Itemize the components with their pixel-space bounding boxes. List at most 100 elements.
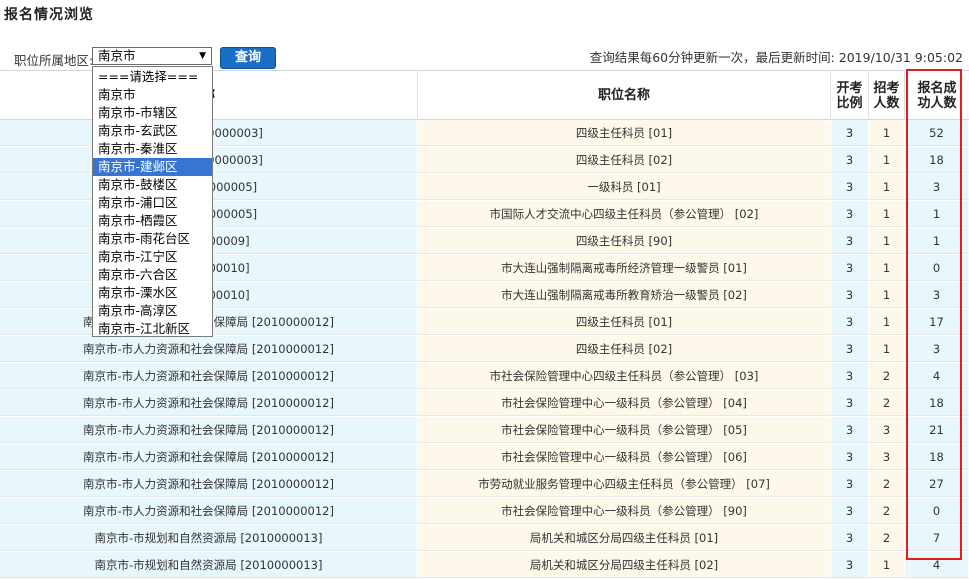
caret-down-icon: ▼: [199, 51, 206, 61]
count-cell: 0: [905, 498, 969, 524]
region-filter-label: 职位所属地区:: [14, 53, 94, 68]
table-row: 南京市-市规划和自然资源局 [2010000013] 局机关和城区分局四级主任科员…: [0, 552, 969, 579]
position-cell: 四级主任科员 [01]: [418, 309, 831, 335]
org-cell: 南京市-市人力资源和社会保障局 [2010000012]: [0, 444, 418, 470]
org-cell: 南京市-市人力资源和社会保障局 [2010000012]: [0, 336, 418, 362]
ratio-cell: 3: [831, 363, 869, 389]
dropdown-option[interactable]: 南京市-浦口区: [93, 194, 212, 212]
table-row: 南京市-市人力资源和社会保障局 [2010000012] 四级主任科员 [02] 3…: [0, 336, 969, 363]
ratio-cell: 3: [831, 282, 869, 308]
org-cell: 南京市-市规划和自然资源局 [2010000013]: [0, 525, 418, 551]
region-select-value: 南京市: [98, 48, 136, 63]
position-cell: 四级主任科员 [01]: [418, 120, 831, 146]
table-row: 南京市-市人力资源和社会保障局 [2010000012] 市社会保险管理中心一级科…: [0, 390, 969, 417]
org-cell: 南京市-市人力资源和社会保障局 [2010000012]: [0, 471, 418, 497]
position-cell: 市社会保险管理中心一级科员（参公管理） [04]: [418, 390, 831, 416]
dropdown-option[interactable]: 南京市-江北新区: [93, 320, 212, 338]
count-cell: 52: [905, 120, 969, 146]
table-row: 南京市-市人力资源和社会保障局 [2010000012] 市社会保险管理中心一级科…: [0, 444, 969, 471]
dropdown-option[interactable]: 南京市-高淳区: [93, 302, 212, 320]
dropdown-option[interactable]: 南京市-建邺区: [93, 158, 212, 176]
position-cell: 局机关和城区分局四级主任科员 [01]: [418, 525, 831, 551]
org-cell: 南京市-市规划和自然资源局 [2010000013]: [0, 552, 418, 578]
ratio-cell: 3: [831, 120, 869, 146]
column-header-ratio: 开考 比例: [831, 71, 869, 120]
ratio-cell: 3: [831, 498, 869, 524]
ratio-cell: 3: [831, 471, 869, 497]
region-select[interactable]: 南京市 ▼: [92, 47, 212, 65]
quota-cell: 2: [869, 498, 905, 524]
table-row: 南京市-市人力资源和社会保障局 [2010000012] 市社会保险管理中心一级科…: [0, 498, 969, 525]
update-note: 查询结果每60分钟更新一次，最后更新时间: 2019/10/31 9:05:02: [589, 50, 963, 65]
column-header-count: 报名成 功人数: [917, 80, 957, 111]
dropdown-option[interactable]: 南京市: [93, 86, 212, 104]
dropdown-option[interactable]: 南京市-溧水区: [93, 284, 212, 302]
quota-cell: 1: [869, 174, 905, 200]
count-cell: 0: [905, 255, 969, 281]
position-cell: 一级科员 [01]: [418, 174, 831, 200]
quota-cell: 1: [869, 336, 905, 362]
table-row: 南京市-市人力资源和社会保障局 [2010000012] 市社会保险管理中心四级主…: [0, 363, 969, 390]
count-cell: 3: [905, 282, 969, 308]
count-cell: 18: [905, 147, 969, 173]
org-cell: 南京市-市人力资源和社会保障局 [2010000012]: [0, 390, 418, 416]
quota-cell: 2: [869, 525, 905, 551]
quota-cell: 1: [869, 282, 905, 308]
count-cell: 3: [905, 336, 969, 362]
position-cell: 四级主任科员 [02]: [418, 147, 831, 173]
count-cell: 27: [905, 471, 969, 497]
quota-cell: 2: [869, 471, 905, 497]
dropdown-option[interactable]: 南京市-雨花台区: [93, 230, 212, 248]
count-cell: 3: [905, 174, 969, 200]
position-cell: 四级主任科员 [90]: [418, 228, 831, 254]
quota-cell: 3: [869, 417, 905, 443]
query-button[interactable]: 查询: [220, 47, 276, 69]
ratio-cell: 3: [831, 255, 869, 281]
ratio-cell: 3: [831, 309, 869, 335]
table-row: 南京市-市规划和自然资源局 [2010000013] 局机关和城区分局四级主任科员…: [0, 525, 969, 552]
ratio-cell: 3: [831, 147, 869, 173]
column-header-quota: 招考 人数: [869, 71, 905, 120]
count-cell: 21: [905, 417, 969, 443]
quota-cell: 1: [869, 201, 905, 227]
quota-cell: 2: [869, 363, 905, 389]
position-cell: 市劳动就业服务管理中心四级主任科员（参公管理） [07]: [418, 471, 831, 497]
quota-cell: 1: [869, 552, 905, 578]
count-cell: 1: [905, 201, 969, 227]
dropdown-option[interactable]: ===请选择===: [93, 68, 212, 86]
ratio-cell: 3: [831, 228, 869, 254]
dropdown-option[interactable]: 南京市-鼓楼区: [93, 176, 212, 194]
position-cell: 市国际人才交流中心四级主任科员（参公管理） [02]: [418, 201, 831, 227]
column-header-position: 职位名称: [418, 71, 831, 120]
table-row: 南京市-市人力资源和社会保障局 [2010000012] 市社会保险管理中心一级科…: [0, 417, 969, 444]
position-cell: 市社会保险管理中心一级科员（参公管理） [90]: [418, 498, 831, 524]
quota-cell: 2: [869, 390, 905, 416]
count-cell: 1: [905, 228, 969, 254]
position-cell: 市社会保险管理中心一级科员（参公管理） [05]: [418, 417, 831, 443]
quota-cell: 3: [869, 444, 905, 470]
ratio-cell: 3: [831, 417, 869, 443]
dropdown-option[interactable]: 南京市-栖霞区: [93, 212, 212, 230]
dropdown-option[interactable]: 南京市-玄武区: [93, 122, 212, 140]
count-cell: 17: [905, 309, 969, 335]
ratio-cell: 3: [831, 444, 869, 470]
count-cell: 4: [905, 363, 969, 389]
quota-cell: 1: [869, 147, 905, 173]
ratio-cell: 3: [831, 174, 869, 200]
ratio-cell: 3: [831, 390, 869, 416]
position-cell: 市大连山强制隔离戒毒所经济管理一级警员 [01]: [418, 255, 831, 281]
quota-cell: 1: [869, 120, 905, 146]
dropdown-option[interactable]: 南京市-秦淮区: [93, 140, 212, 158]
ratio-cell: 3: [831, 336, 869, 362]
dropdown-option[interactable]: 南京市-六合区: [93, 266, 212, 284]
dropdown-option[interactable]: 南京市-江宁区: [93, 248, 212, 266]
region-dropdown-list[interactable]: ===请选择=== 南京市 南京市-市辖区 南京市-玄武区 南京市-秦淮区 南京市-建邺区…: [92, 66, 213, 337]
dropdown-option[interactable]: 南京市-市辖区: [93, 104, 212, 122]
quota-cell: 1: [869, 309, 905, 335]
org-cell: 南京市-市人力资源和社会保障局 [2010000012]: [0, 363, 418, 389]
quota-cell: 1: [869, 228, 905, 254]
position-cell: 市大连山强制隔离戒毒所教育矫治一级警员 [02]: [418, 282, 831, 308]
table-row: 南京市-市人力资源和社会保障局 [2010000012] 市劳动就业服务管理中心四…: [0, 471, 969, 498]
org-cell: 南京市-市人力资源和社会保障局 [2010000012]: [0, 498, 418, 524]
count-cell: 7: [905, 525, 969, 551]
